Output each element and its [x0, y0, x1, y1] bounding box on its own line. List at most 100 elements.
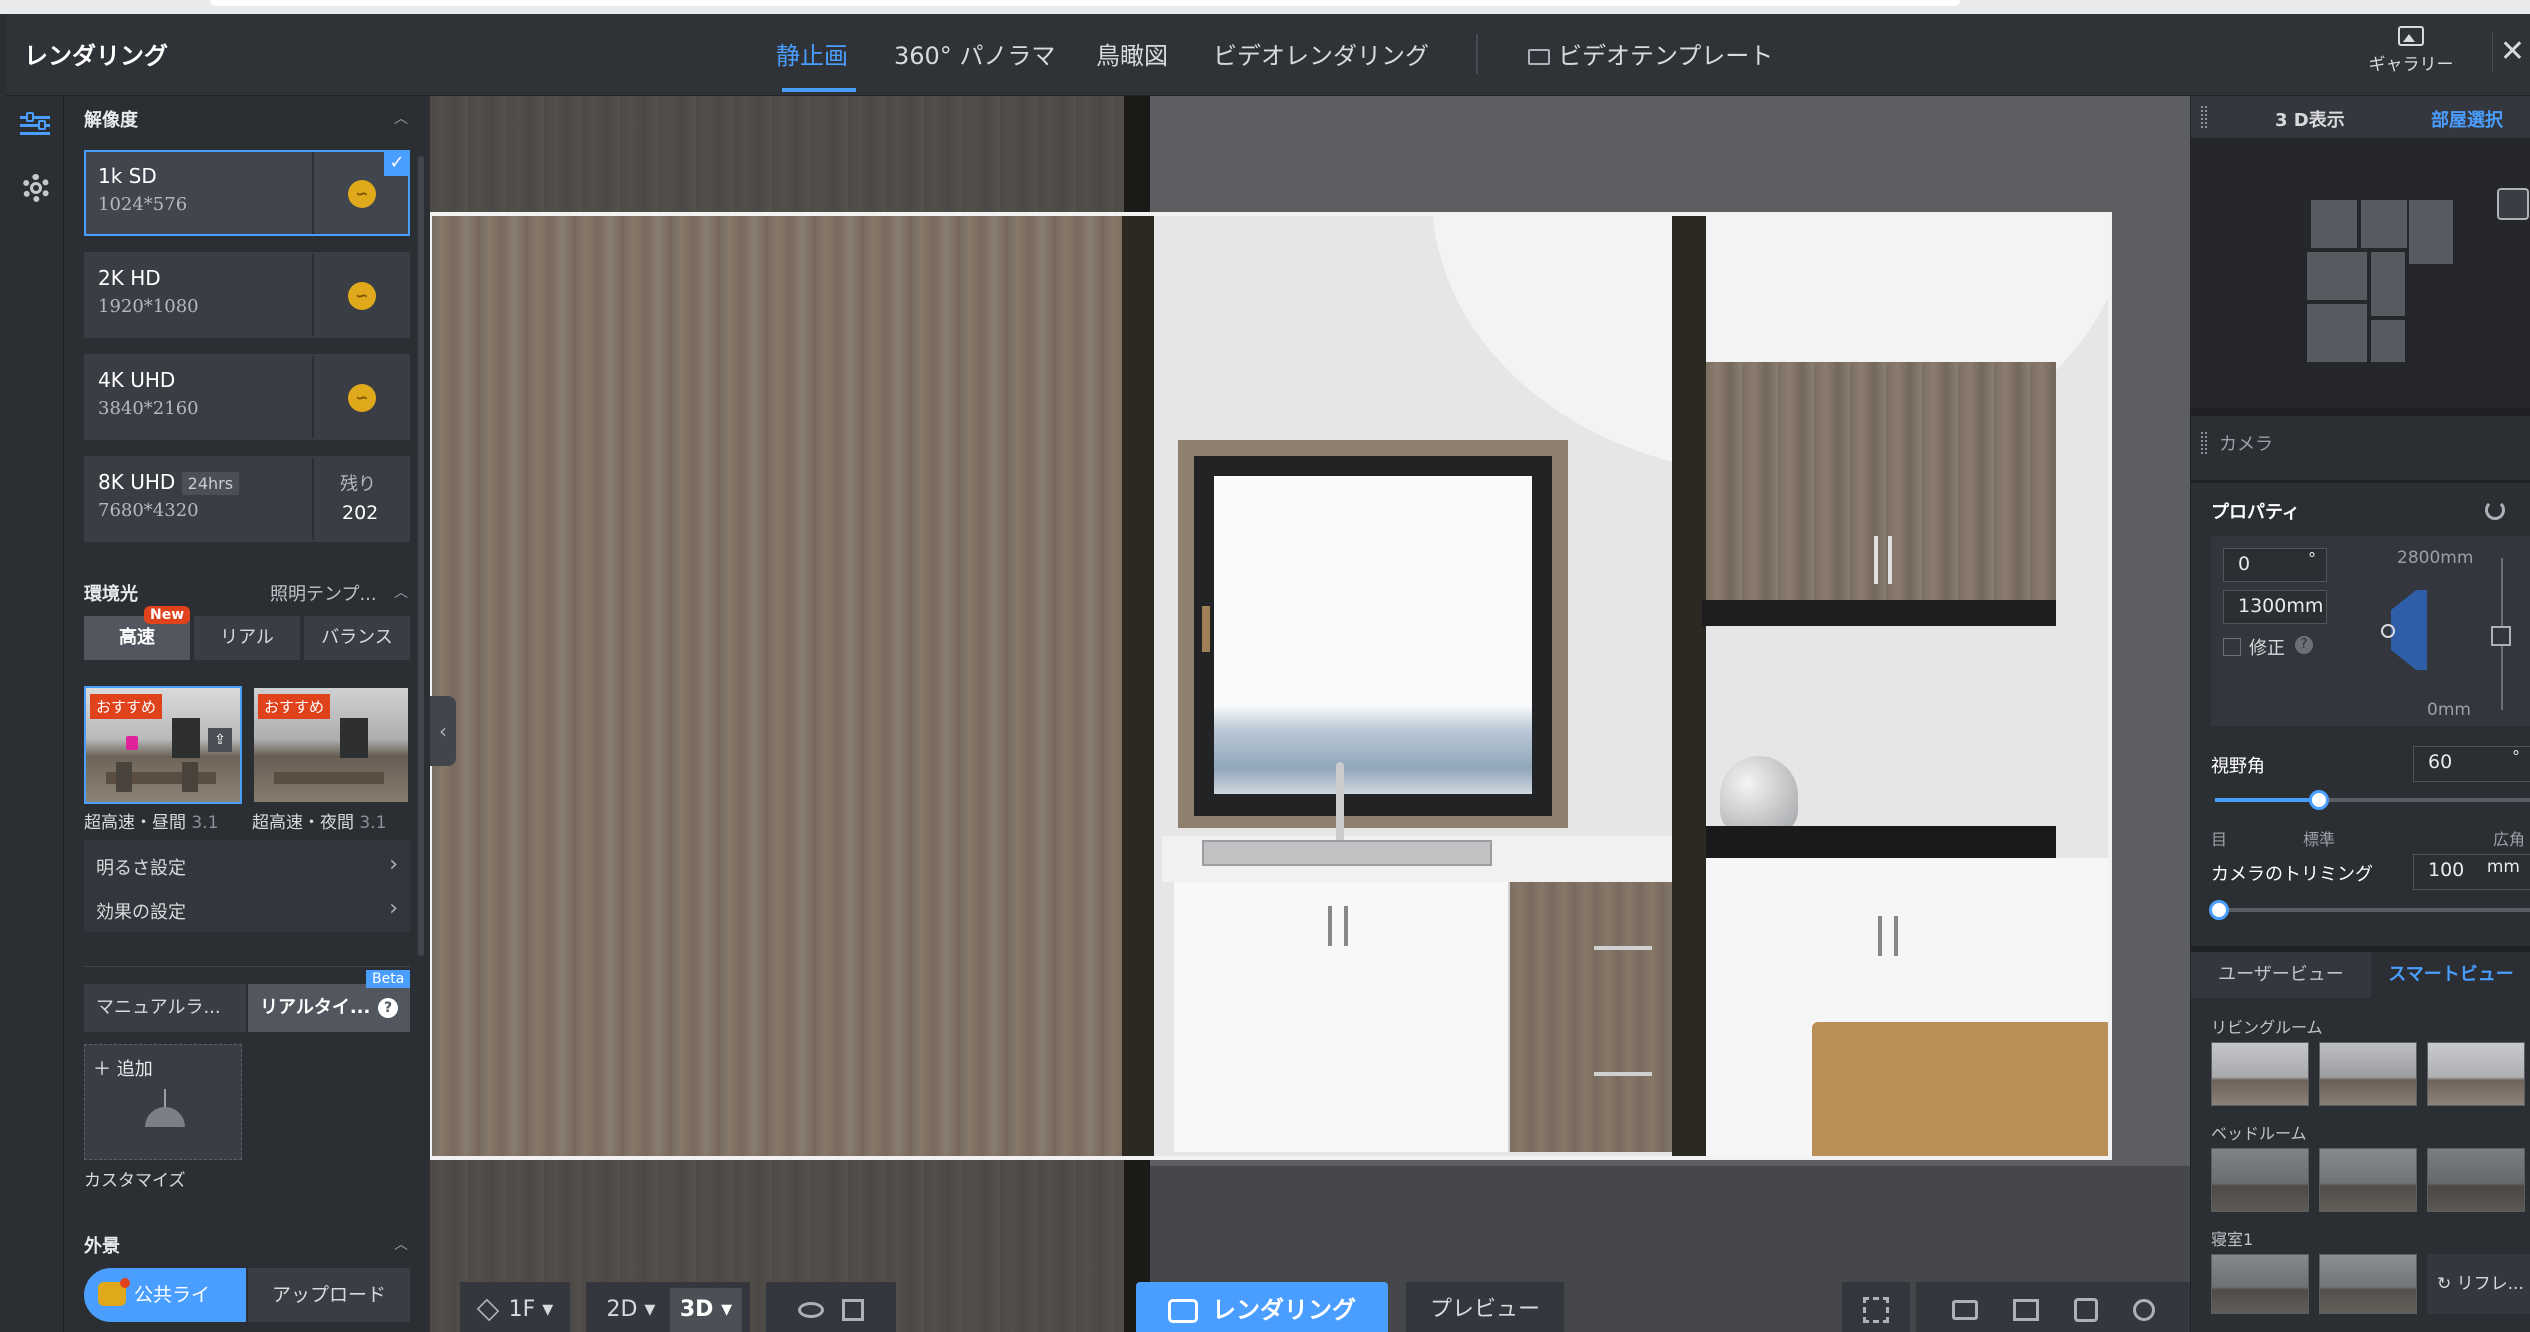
effect-settings[interactable]: 効果の設定 ›: [84, 888, 410, 932]
select-area-tool[interactable]: [1842, 1282, 1910, 1332]
view-thumb[interactable]: [2427, 1042, 2525, 1106]
sliders-icon[interactable]: [20, 110, 50, 140]
eye-icon[interactable]: [798, 1302, 824, 1318]
correction-checkbox[interactable]: [2223, 638, 2241, 656]
view-thumb[interactable]: [2211, 1042, 2309, 1106]
manual-light-tab[interactable]: マニュアルラ...: [84, 984, 246, 1032]
crop-input[interactable]: 100 mm: [2413, 854, 2530, 890]
fov-slider-handle[interactable]: [2309, 790, 2330, 810]
view-thumb[interactable]: [2427, 1148, 2525, 1212]
render-button[interactable]: レンダリング: [1136, 1282, 1388, 1332]
tab-still-image[interactable]: 静止画: [776, 36, 848, 71]
range-hood: [1702, 600, 2056, 626]
upper-cabinet-handle: [1874, 536, 1878, 584]
scrollbar[interactable]: [418, 156, 424, 956]
reset-icon[interactable]: [2485, 500, 2505, 520]
crop-label: カメラのトリミング: [2211, 864, 2373, 885]
new-badge: New: [144, 606, 191, 624]
room-label-bedroom1: 寝室1: [2211, 1230, 2254, 1249]
view-thumb[interactable]: [2319, 1042, 2417, 1106]
close-button[interactable]: ✕: [2492, 32, 2530, 72]
tab-smart-view[interactable]: スマートビュー: [2371, 952, 2530, 998]
resolution-1k[interactable]: 1k SD 1024*576 ∽ ✓: [84, 150, 410, 236]
upload-tab[interactable]: アップロード: [248, 1268, 410, 1322]
mode-balance[interactable]: バランス: [304, 616, 410, 660]
floorplan-room: [2361, 200, 2407, 248]
drawer-handle: [1594, 946, 1652, 950]
reflect-button[interactable]: ↻ リフレ...: [2427, 1254, 2530, 1314]
thumb-day[interactable]: おすすめ ⇪: [84, 686, 242, 804]
collapse-panel-handle[interactable]: ‹: [430, 696, 456, 766]
lighting-template-link[interactable]: 照明テンプ...: [270, 580, 377, 606]
fov-input[interactable]: 60 °: [2413, 746, 2530, 782]
swap-view-icon[interactable]: [2012, 1299, 2039, 1321]
add-light-card[interactable]: ＋ 追加: [84, 1044, 242, 1160]
realtime-light-tab[interactable]: リアルタイ... ?: [248, 984, 410, 1032]
view-thumb[interactable]: [2211, 1254, 2309, 1314]
cabinet-handle: [1328, 906, 1332, 946]
max-height-label: 2800mm: [2397, 548, 2474, 568]
view-3d-button[interactable]: 3D ▾: [670, 1288, 742, 1332]
floor-selector[interactable]: 1F ▾: [460, 1282, 570, 1332]
monitor-icon: [1528, 49, 1550, 65]
image-icon[interactable]: [1951, 1300, 1978, 1320]
recommend-tag: おすすめ: [90, 694, 163, 719]
drag-handle-icon[interactable]: [2201, 432, 2207, 454]
help-icon[interactable]: ?: [378, 998, 398, 1018]
camera-icon: [1168, 1299, 1198, 1323]
settings-panel: 解像度 ︿ 1k SD 1024*576 ∽ ✓ 2K HD 1920*1080…: [64, 96, 430, 1332]
tab-panorama[interactable]: 360° パノラマ: [894, 36, 1055, 71]
left-rail: [6, 96, 64, 1332]
view-2d-button[interactable]: 2D ▾: [596, 1282, 666, 1332]
resolution-2k[interactable]: 2K HD 1920*1080 ∽: [84, 252, 410, 338]
tab-birds-eye[interactable]: 鳥瞰図: [1096, 36, 1168, 71]
thumb-night[interactable]: おすすめ: [252, 686, 410, 804]
tab-user-view[interactable]: ユーザービュー: [2191, 952, 2371, 998]
view-thumb[interactable]: [2319, 1148, 2417, 1212]
preview-button[interactable]: プレビュー: [1406, 1282, 1564, 1332]
brightness-settings[interactable]: 明るさ設定 ›: [84, 844, 410, 888]
minimap[interactable]: [2191, 138, 2530, 408]
floorplan-room: [2311, 200, 2357, 248]
crop-frame[interactable]: [430, 212, 2112, 1160]
drag-handle-icon[interactable]: [2201, 106, 2207, 128]
zoom-search-icon[interactable]: [2132, 1299, 2155, 1321]
gallery-button[interactable]: ギャラリー: [2361, 26, 2461, 86]
collapse-caret-icon[interactable]: ︿: [394, 108, 408, 128]
external-link-icon[interactable]: [2497, 188, 2529, 220]
help-icon[interactable]: ?: [2295, 636, 2313, 654]
gear-icon[interactable]: [22, 174, 50, 202]
resolution-4k[interactable]: 4K UHD 3840*2160 ∽: [84, 354, 410, 440]
height-input[interactable]: 1300mm: [2223, 590, 2327, 624]
cube-icon[interactable]: [842, 1299, 864, 1321]
tab-video-rendering[interactable]: ビデオレンダリング: [1213, 36, 1429, 71]
collapse-caret-icon[interactable]: ︿: [394, 582, 408, 602]
resolution-8k[interactable]: 8K UHD 24hrs 7680*4320 残り 202: [84, 456, 410, 542]
video-template-button[interactable]: ビデオテンプレート: [1528, 36, 1773, 71]
floorplan-room: [2371, 320, 2405, 362]
tab-room-select[interactable]: 部屋選択: [2431, 106, 2503, 132]
scene-chair: [116, 762, 132, 792]
card-divider: [312, 458, 314, 540]
correction-label: 修正: [2249, 638, 2285, 659]
view-thumb[interactable]: [2211, 1148, 2309, 1212]
room-label-bedroom: ベッドルーム: [2211, 1124, 2307, 1143]
camera-position-icon: [2381, 624, 2395, 638]
layers-icon: [476, 1298, 499, 1322]
collapse-caret-icon[interactable]: ︿: [394, 1234, 408, 1254]
drawer-unit: [1510, 882, 1672, 1152]
height-slider-handle[interactable]: [2491, 626, 2511, 646]
tab-3d-view[interactable]: 3 D表示: [2275, 106, 2345, 132]
notification-dot: [120, 1278, 130, 1288]
mode-real[interactable]: リアル: [194, 616, 300, 660]
cabinet-handle: [1344, 906, 1348, 946]
view-thumb[interactable]: [2319, 1254, 2417, 1314]
focus-icon[interactable]: [2073, 1298, 2098, 1322]
crop-slider-handle[interactable]: [2209, 900, 2229, 920]
render-viewport[interactable]: ‹ 1F ▾ 2D ▾ 3D ▾ レンダリング プレビュー: [430, 96, 2190, 1332]
crop-slider-track[interactable]: [2215, 908, 2530, 912]
angle-input[interactable]: 0 °: [2223, 548, 2327, 582]
customize-label: カスタマイズ: [84, 1171, 186, 1191]
public-library-tab[interactable]: 公共ライブ...: [84, 1268, 246, 1322]
upload-icon[interactable]: ⇪: [208, 728, 232, 752]
